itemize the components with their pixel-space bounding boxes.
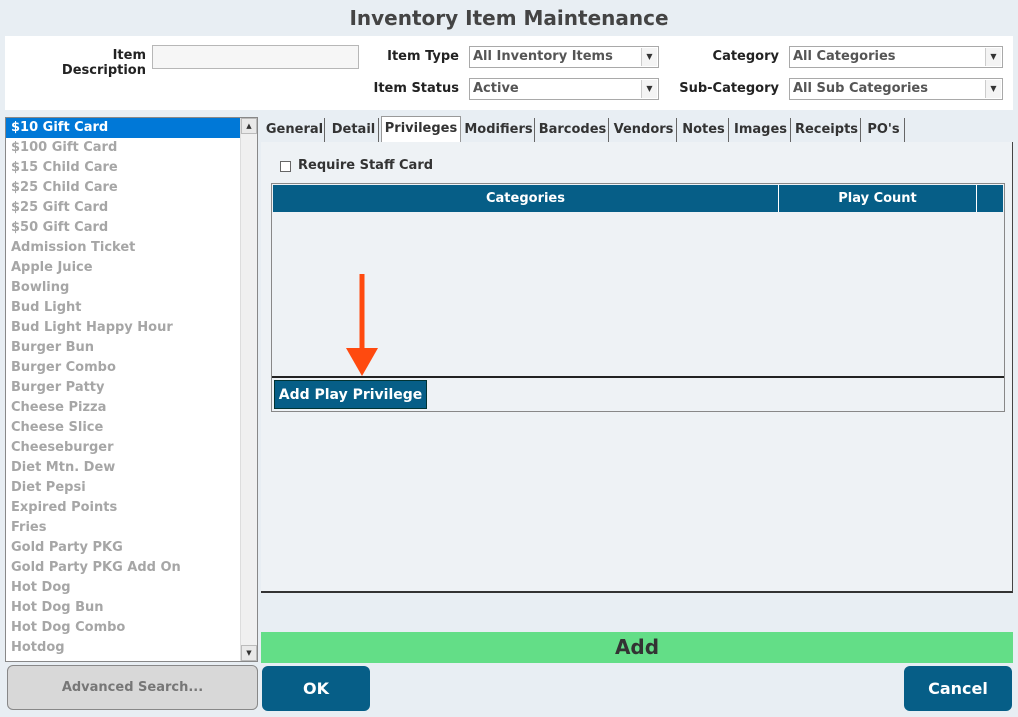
tab-vendors[interactable]: Vendors — [611, 118, 677, 142]
subcategory-select[interactable]: All Sub Categories ▼ — [789, 78, 1003, 100]
tab-privileges[interactable]: Privileges — [381, 116, 461, 142]
list-item[interactable]: $25 Gift Card — [6, 198, 241, 218]
list-item[interactable]: Expired Points — [6, 498, 241, 518]
tab-notes[interactable]: Notes — [679, 118, 729, 142]
item-description-label: Item Description — [61, 48, 146, 78]
dropdown-arrow-icon[interactable]: ▼ — [985, 80, 1001, 98]
subcategory-label: Sub-Category — [679, 81, 779, 96]
item-type-value: All Inventory Items — [473, 49, 613, 64]
list-item[interactable]: Admission Ticket — [6, 238, 241, 258]
list-item[interactable]: Hotdog — [6, 638, 241, 658]
tab-images[interactable]: Images — [731, 118, 791, 142]
list-item[interactable]: Cheese Slice — [6, 418, 241, 438]
category-label: Category — [712, 49, 779, 64]
column-header-spacer — [977, 185, 1003, 212]
list-item[interactable]: Fries — [6, 518, 241, 538]
scroll-down-icon[interactable]: ▼ — [241, 645, 257, 661]
item-status-select[interactable]: Active ▼ — [469, 78, 659, 100]
list-item[interactable]: Bowling — [6, 278, 241, 298]
list-item[interactable]: Hot Dog Bun — [6, 598, 241, 618]
item-type-select[interactable]: All Inventory Items ▼ — [469, 46, 659, 68]
column-header-play-count[interactable]: Play Count — [779, 185, 977, 212]
dropdown-arrow-icon[interactable]: ▼ — [641, 48, 657, 66]
category-value: All Categories — [793, 49, 896, 64]
list-item[interactable]: Hot Dog Combo — [6, 618, 241, 638]
list-item[interactable]: Diet Mtn. Dew — [6, 458, 241, 478]
window-title: Inventory Item Maintenance — [349, 6, 669, 30]
column-header-categories[interactable]: Categories — [273, 185, 779, 212]
tab-modifiers[interactable]: Modifiers — [463, 118, 535, 142]
list-item[interactable]: $50 Gift Card — [6, 218, 241, 238]
tab-detail[interactable]: Detail — [329, 118, 379, 142]
cancel-button[interactable]: Cancel — [904, 666, 1012, 711]
list-item[interactable]: Bud Light Happy Hour — [6, 318, 241, 338]
list-item[interactable]: Burger Bun — [6, 338, 241, 358]
tab-barcodes[interactable]: Barcodes — [537, 118, 609, 142]
ok-button[interactable]: OK — [262, 666, 370, 711]
dropdown-arrow-icon[interactable]: ▼ — [985, 48, 1001, 66]
privileges-grid-header: Categories Play Count — [273, 185, 1003, 212]
list-item[interactable]: Gold Party PKG — [6, 538, 241, 558]
tab-pos[interactable]: PO's — [863, 118, 905, 142]
list-item[interactable]: Cheese Pizza — [6, 398, 241, 418]
dropdown-arrow-icon[interactable]: ▼ — [641, 80, 657, 98]
list-item[interactable]: Apple Juice — [6, 258, 241, 278]
tab-receipts[interactable]: Receipts — [793, 118, 861, 142]
tab-general[interactable]: General — [265, 118, 325, 142]
item-list[interactable]: $10 Gift Card $100 Gift Card $15 Child Car… — [5, 117, 258, 662]
list-item[interactable]: $10 Gift Card — [6, 118, 241, 138]
subcategory-value: All Sub Categories — [793, 81, 928, 96]
list-item[interactable]: Hot Dog — [6, 578, 241, 598]
advanced-search-button[interactable]: Advanced Search... — [7, 665, 258, 710]
item-status-label: Item Status — [373, 81, 460, 96]
list-item[interactable]: Bud Light — [6, 298, 241, 318]
list-item[interactable]: Diet Pepsi — [6, 478, 241, 498]
list-item[interactable]: Cheeseburger — [6, 438, 241, 458]
item-type-label: Item Type — [387, 49, 459, 64]
category-select[interactable]: All Categories ▼ — [789, 46, 1003, 68]
list-item[interactable]: $100 Gift Card — [6, 138, 241, 158]
add-button[interactable]: Add — [261, 632, 1013, 663]
list-item[interactable]: Gold Party PKG Add On — [6, 558, 241, 578]
list-item[interactable]: $15 Child Care — [6, 158, 241, 178]
item-list-scrollbar[interactable]: ▲ ▼ — [240, 118, 257, 661]
require-staff-card-checkbox[interactable] — [280, 161, 291, 172]
require-staff-card-label: Require Staff Card — [298, 158, 434, 173]
item-status-value: Active — [473, 81, 519, 96]
item-description-input[interactable] — [152, 45, 359, 69]
annotation-arrow-icon — [346, 274, 378, 376]
list-item[interactable]: $25 Child Care — [6, 178, 241, 198]
item-list-items: $10 Gift Card $100 Gift Card $15 Child Car… — [6, 118, 241, 658]
scroll-up-icon[interactable]: ▲ — [241, 118, 257, 134]
list-item[interactable]: Burger Patty — [6, 378, 241, 398]
add-play-privilege-button[interactable]: Add Play Privilege — [274, 380, 427, 409]
list-item[interactable]: Burger Combo — [6, 358, 241, 378]
